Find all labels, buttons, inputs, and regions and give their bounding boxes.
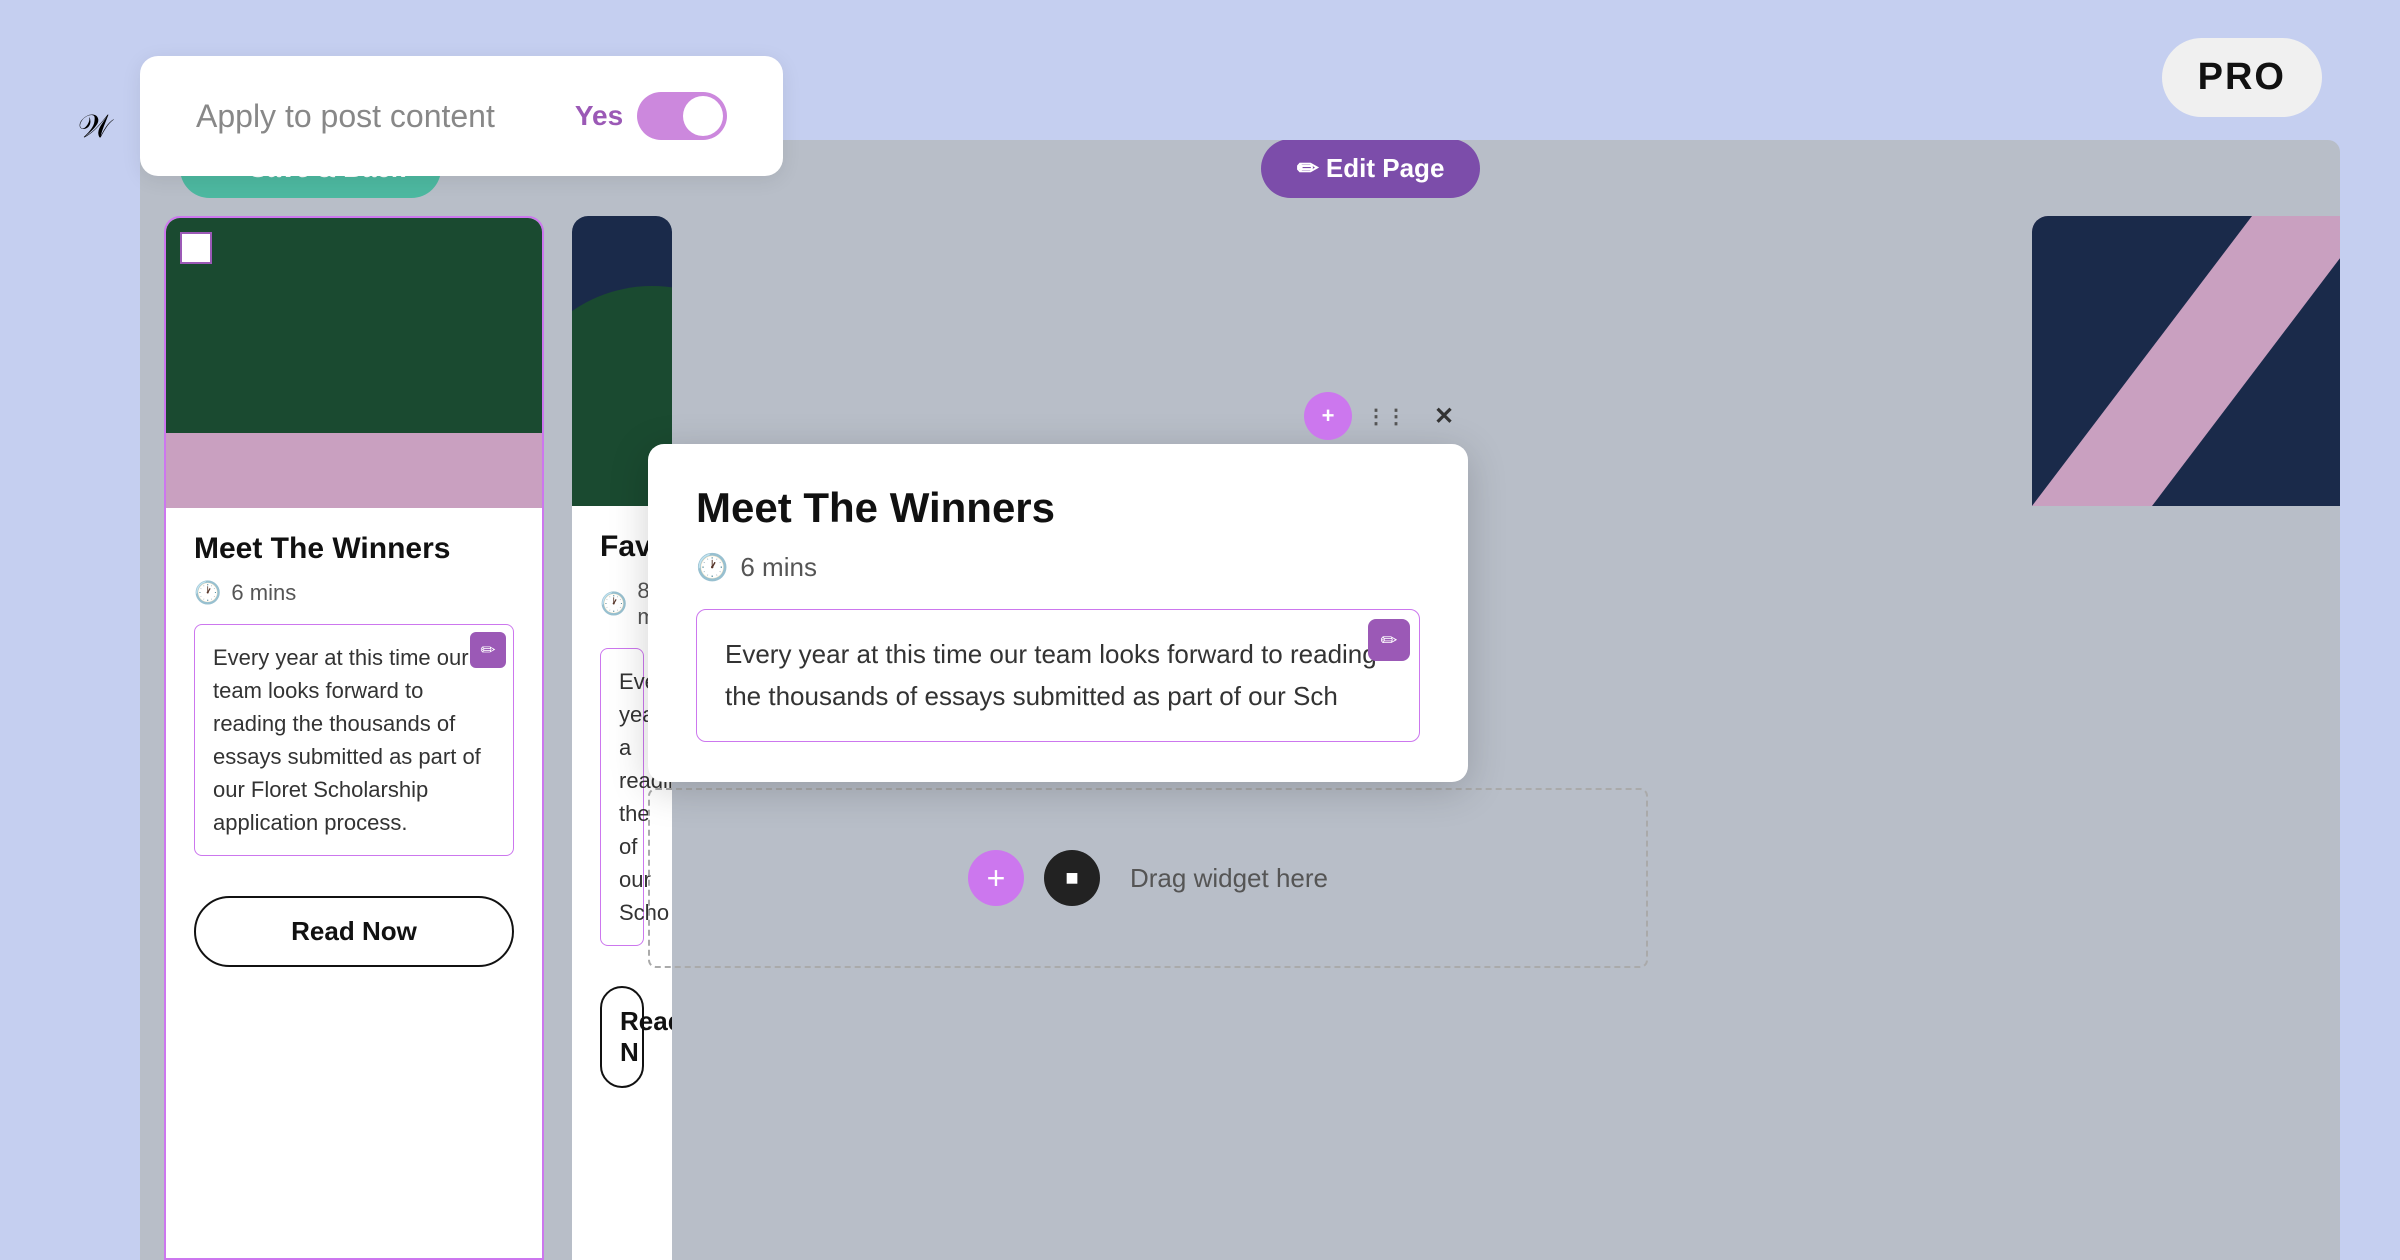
floating-widget: + ⋮⋮ ✕ Meet The Winners 🕐 6 mins Every y… [648, 444, 1468, 782]
widget-body: Meet The Winners 🕐 6 mins Every year at … [648, 444, 1468, 782]
widget-close-button[interactable]: ✕ [1420, 392, 1468, 440]
edit-page-button[interactable]: ✏ Edit Page [1261, 140, 1480, 198]
toggle-label: Yes [575, 100, 623, 132]
toggle-thumb [683, 96, 723, 136]
card-1-edit-button[interactable]: ✏ [470, 632, 506, 668]
card-2-excerpt-wrapper: Every year a reading the of our Scho [600, 648, 644, 946]
card-1-image-bottom [166, 433, 542, 508]
card-1-excerpt: Every year at this time our team looks f… [194, 624, 514, 856]
card-1-meta: 🕐 6 mins [194, 580, 514, 606]
apply-toggle[interactable]: Yes [575, 92, 727, 140]
card-1-image-top [166, 218, 542, 433]
card-1-body: Meet The Winners 🕐 6 mins Every year at … [166, 508, 542, 876]
pro-badge: PRO [2162, 38, 2322, 117]
card-3 [2032, 216, 2340, 506]
card-2-excerpt: Every year a reading the of our Scho [600, 648, 644, 946]
apply-panel: Apply to post content Yes [140, 56, 783, 176]
drop-zone-label: Drag widget here [1130, 863, 1328, 894]
card-2-meta: 🕐 8 mins [600, 578, 644, 630]
toggle-track[interactable] [637, 92, 727, 140]
widget-edit-button[interactable]: ✏ [1368, 619, 1410, 661]
card-1-title: Meet The Winners [194, 532, 514, 566]
card-1-read-now-button[interactable]: Read Now [194, 896, 514, 967]
widget-excerpt-wrapper: Every year at this time our team looks f… [696, 609, 1420, 742]
card-1: Meet The Winners 🕐 6 mins Every year at … [164, 216, 544, 1260]
cursor-icon: 𝒲 [78, 108, 112, 146]
card-1-read-time: 6 mins [231, 580, 296, 606]
drop-zone-stop-icon: ■ [1044, 850, 1100, 906]
editor-area: ← Save & Back ✏ Edit Page Meet The Winne… [140, 140, 2340, 1260]
card-1-excerpt-wrapper: Every year at this time our team looks f… [194, 624, 514, 856]
clock-icon-1: 🕐 [194, 580, 221, 606]
card-3-triangle-right [2152, 216, 2340, 506]
widget-drag-button[interactable]: ⋮⋮ [1362, 392, 1410, 440]
card-select-checkbox[interactable] [180, 232, 212, 264]
drop-zone[interactable]: + ■ Drag widget here [648, 788, 1648, 968]
apply-panel-label: Apply to post content [196, 98, 495, 135]
widget-excerpt: Every year at this time our team looks f… [696, 609, 1420, 742]
widget-meta: 🕐 6 mins [696, 552, 1420, 583]
drop-zone-plus-icon: + [968, 850, 1024, 906]
widget-add-button[interactable]: + [1304, 392, 1352, 440]
clock-icon-2: 🕐 [600, 591, 627, 617]
card-1-image [166, 218, 542, 508]
widget-toolbar: + ⋮⋮ ✕ [1304, 392, 1468, 440]
card-2-title: Favorite [600, 530, 644, 564]
widget-clock-icon: 🕐 [696, 552, 728, 583]
card-2-read-now-button[interactable]: Read N [600, 986, 644, 1088]
widget-title: Meet The Winners [696, 484, 1420, 532]
widget-read-time: 6 mins [740, 552, 817, 583]
card-3-image [2032, 216, 2340, 506]
